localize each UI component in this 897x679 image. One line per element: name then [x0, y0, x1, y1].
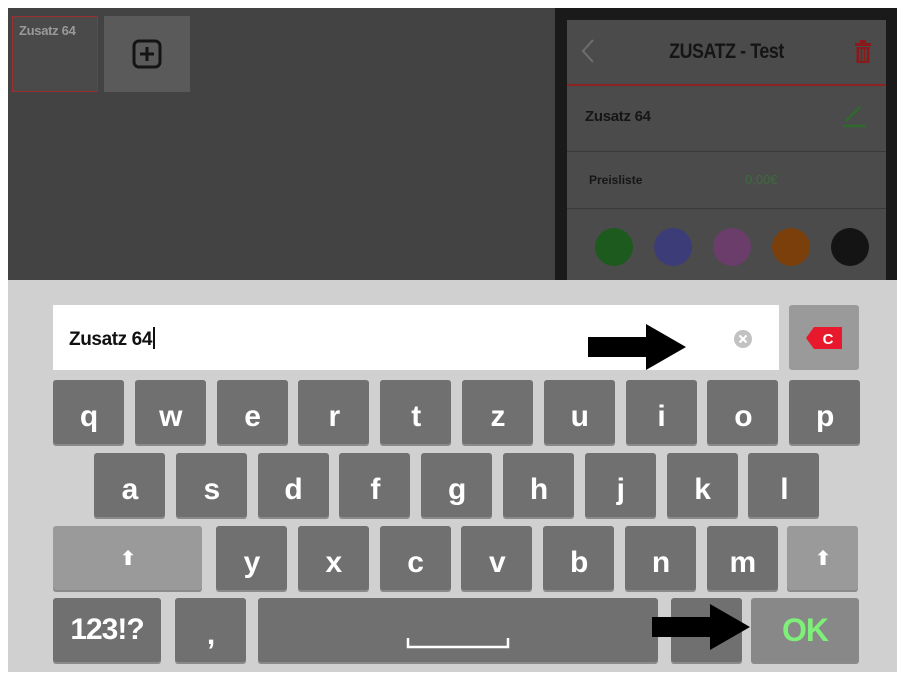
backspace-icon: C [806, 326, 842, 349]
key-z[interactable]: z [462, 380, 533, 444]
text-input-value: Zusatz 64 [69, 329, 152, 350]
key-q[interactable]: q [53, 380, 124, 444]
key-m[interactable]: m [706, 526, 778, 590]
key-e[interactable]: e [216, 380, 288, 444]
key-g[interactable]: g [421, 453, 493, 517]
shift-key-right[interactable]: ⬆ [787, 526, 858, 590]
shift-key-left[interactable]: ⬆ [53, 526, 202, 590]
key-f[interactable]: f [339, 453, 411, 517]
key-h[interactable]: h [503, 453, 574, 517]
color-swatch-green[interactable] [595, 228, 633, 266]
arrow-right-icon [588, 324, 686, 370]
price-list-label: Preisliste [589, 173, 643, 187]
color-picker [567, 216, 886, 280]
key-o[interactable]: o [707, 380, 779, 444]
backspace-button[interactable]: C [789, 305, 859, 370]
key-y[interactable]: y [216, 526, 287, 590]
key-w[interactable]: w [134, 380, 206, 444]
key-j[interactable]: j [584, 453, 656, 517]
backspace-label: C [823, 331, 834, 348]
color-swatch-black[interactable] [831, 228, 869, 266]
key-u[interactable]: u [543, 380, 615, 444]
item-name: Zusatz 64 [585, 108, 651, 125]
side-panel: ZUSATZ - Test Zusatz 64 Preisliste 0,00€ [555, 8, 897, 280]
on-screen-keyboard: Zusatz 64 C qwertzuiop asdfghjkl yxcvbnm ⬆… [8, 280, 897, 672]
key-l[interactable]: l [748, 453, 820, 517]
zusatz-tile-label: Zusatz 64 [19, 23, 76, 38]
key-c[interactable]: c [379, 526, 451, 590]
key-s[interactable]: s [175, 453, 247, 517]
panel-title: ZUSATZ - Test [669, 40, 784, 63]
plus-box-icon [132, 39, 162, 69]
space-key[interactable] [258, 598, 658, 662]
side-panel-content: ZUSATZ - Test Zusatz 64 Preisliste 0,00€ [567, 20, 886, 280]
text-caret [153, 327, 155, 349]
key-b[interactable]: b [543, 526, 615, 590]
key-x[interactable]: x [297, 526, 369, 590]
numbers-key[interactable]: 123!? [53, 598, 161, 662]
key-d[interactable]: d [257, 453, 329, 517]
trash-icon[interactable] [854, 40, 872, 64]
add-tile-button[interactable] [104, 16, 190, 92]
key-a[interactable]: a [94, 453, 165, 517]
ok-button[interactable]: OK [751, 598, 859, 662]
item-name-row: Zusatz 64 [567, 88, 886, 152]
key-i[interactable]: i [625, 380, 697, 444]
key-n[interactable]: n [625, 526, 696, 590]
color-swatch-purple[interactable] [713, 228, 751, 266]
space-icon [406, 638, 510, 649]
key-k[interactable]: k [666, 453, 738, 517]
key-v[interactable]: v [461, 526, 533, 590]
key-r[interactable]: r [298, 380, 370, 444]
zusatz-tile[interactable]: Zusatz 64 [12, 16, 98, 92]
comma-key[interactable]: , [175, 598, 246, 662]
app-background: Zusatz 64 ZUSATZ - Test Zusatz 64 Preisl… [8, 8, 897, 280]
price-value: 0,00€ [745, 172, 778, 187]
key-p[interactable]: p [789, 380, 861, 444]
clear-text-icon[interactable] [733, 329, 753, 349]
color-swatch-blue[interactable] [654, 228, 692, 266]
color-swatch-orange[interactable] [772, 228, 810, 266]
key-t[interactable]: t [380, 380, 452, 444]
arrow-right-icon [652, 604, 750, 650]
pencil-icon[interactable] [840, 104, 868, 128]
price-list-row[interactable]: Preisliste 0,00€ [567, 153, 886, 209]
panel-header: ZUSATZ - Test [567, 20, 886, 86]
